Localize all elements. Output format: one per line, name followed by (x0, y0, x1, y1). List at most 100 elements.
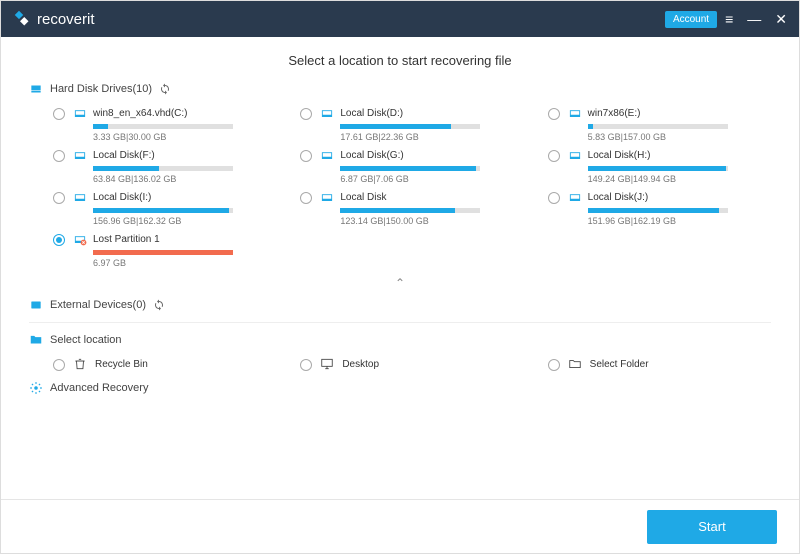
drive-item[interactable]: win8_en_x64.vhd(C:) 3.33 GB|30.00 GB (53, 106, 276, 142)
usage-bar (340, 166, 480, 171)
window-controls: ≡ — ✕ (725, 11, 787, 28)
disk-icon (568, 190, 582, 204)
select-location-label: Select location (50, 334, 122, 346)
drive-size: 156.96 GB|162.32 GB (93, 216, 276, 226)
drive-size: 3.33 GB|30.00 GB (93, 132, 276, 142)
drive-name: win8_en_x64.vhd(C:) (93, 108, 188, 119)
start-button[interactable]: Start (647, 510, 777, 544)
disk-icon (73, 148, 87, 162)
drive-radio[interactable] (300, 150, 312, 162)
drive-size: 6.97 GB (93, 258, 276, 268)
brand-label: recoverit (37, 11, 95, 28)
drive-size: 5.83 GB|157.00 GB (588, 132, 771, 142)
disk-icon (73, 190, 87, 204)
drive-name: Lost Partition 1 (93, 234, 160, 245)
drive-size: 6.87 GB|7.06 GB (340, 174, 523, 184)
drives-grid: win8_en_x64.vhd(C:) 3.33 GB|30.00 GB Loc… (53, 106, 771, 268)
usage-bar (588, 124, 728, 129)
usage-bar (93, 166, 233, 171)
location-label: Select Folder (590, 359, 649, 370)
drive-name: Local Disk(H:) (588, 150, 651, 161)
location-radio[interactable] (548, 359, 560, 371)
drive-item[interactable]: Local Disk(D:) 17.61 GB|22.36 GB (300, 106, 523, 142)
drive-radio[interactable] (53, 234, 65, 246)
folder-icon (568, 357, 582, 371)
location-label: Recycle Bin (95, 359, 148, 370)
drive-item[interactable]: Local Disk(I:) 156.96 GB|162.32 GB (53, 190, 276, 226)
select-location-row: Recycle Bin Desktop Select Folder (53, 357, 771, 371)
drive-item[interactable]: win7x86(E:) 5.83 GB|157.00 GB (548, 106, 771, 142)
hdd-section-label: Hard Disk Drives(10) (50, 83, 152, 95)
footer: Start (1, 499, 799, 553)
brand: recoverit (13, 10, 95, 28)
select-location-item[interactable]: Recycle Bin (53, 357, 276, 371)
drive-radio[interactable] (53, 150, 65, 162)
drive-size: 151.96 GB|162.19 GB (588, 216, 771, 226)
minimize-icon[interactable]: — (747, 11, 761, 27)
disk-icon (568, 148, 582, 162)
usage-bar (93, 208, 233, 213)
menu-icon[interactable]: ≡ (725, 11, 733, 27)
close-icon[interactable]: ✕ (775, 11, 787, 28)
disk-icon (73, 232, 87, 246)
location-radio[interactable] (300, 359, 312, 371)
drive-name: Local Disk(J:) (588, 192, 649, 203)
drive-name: Local Disk (340, 192, 386, 203)
page-title: Select a location to start recovering fi… (29, 53, 771, 68)
advanced-icon (29, 381, 43, 395)
section-select-location: Select location (29, 333, 771, 347)
drive-size: 17.61 GB|22.36 GB (340, 132, 523, 142)
recycle-bin-icon (73, 357, 87, 371)
folder-icon (29, 333, 43, 347)
desktop-icon (320, 357, 334, 371)
drive-item[interactable]: Local Disk(G:) 6.87 GB|7.06 GB (300, 148, 523, 184)
drive-size: 149.24 GB|149.94 GB (588, 174, 771, 184)
drive-name: Local Disk(I:) (93, 192, 151, 203)
drive-size: 63.84 GB|136.02 GB (93, 174, 276, 184)
usage-bar (93, 250, 233, 255)
drive-radio[interactable] (548, 108, 560, 120)
titlebar: recoverit Account ≡ — ✕ (1, 1, 799, 37)
collapse-toggle[interactable]: ⌃ (29, 274, 771, 298)
section-hard-disk-drives: Hard Disk Drives(10) (29, 82, 771, 96)
drive-size: 123.14 GB|150.00 GB (340, 216, 523, 226)
drive-radio[interactable] (300, 108, 312, 120)
drive-radio[interactable] (300, 192, 312, 204)
hdd-icon (29, 82, 43, 96)
disk-icon (320, 190, 334, 204)
drive-radio[interactable] (53, 108, 65, 120)
drive-name: Local Disk(D:) (340, 108, 403, 119)
select-location-item[interactable]: Desktop (300, 357, 523, 371)
select-location-item[interactable]: Select Folder (548, 357, 771, 371)
usage-bar (340, 208, 480, 213)
advanced-recovery-label: Advanced Recovery (50, 382, 148, 394)
drive-radio[interactable] (548, 150, 560, 162)
location-radio[interactable] (53, 359, 65, 371)
account-button[interactable]: Account (665, 11, 717, 28)
section-advanced-recovery: Advanced Recovery (29, 381, 771, 395)
drive-name: win7x86(E:) (588, 108, 641, 119)
drive-item[interactable]: Local Disk(J:) 151.96 GB|162.19 GB (548, 190, 771, 226)
disk-icon (320, 148, 334, 162)
drive-item[interactable]: Lost Partition 1 6.97 GB (53, 232, 276, 268)
location-label: Desktop (342, 359, 379, 370)
app-window: recoverit Account ≡ — ✕ Select a locatio… (0, 0, 800, 554)
disk-icon (73, 106, 87, 120)
usage-bar (588, 208, 728, 213)
drive-radio[interactable] (53, 192, 65, 204)
section-external-devices: External Devices(0) (29, 298, 771, 312)
usage-bar (340, 124, 480, 129)
drive-item[interactable]: Local Disk(H:) 149.24 GB|149.94 GB (548, 148, 771, 184)
main-content: Select a location to start recovering fi… (1, 37, 799, 499)
divider (29, 322, 771, 323)
refresh-icon[interactable] (153, 299, 165, 311)
drive-item[interactable]: Local Disk(F:) 63.84 GB|136.02 GB (53, 148, 276, 184)
drive-radio[interactable] (548, 192, 560, 204)
external-devices-icon (29, 298, 43, 312)
brand-icon (13, 10, 31, 28)
disk-icon (320, 106, 334, 120)
drive-item[interactable]: Local Disk 123.14 GB|150.00 GB (300, 190, 523, 226)
disk-icon (568, 106, 582, 120)
refresh-icon[interactable] (159, 83, 171, 95)
usage-bar (93, 124, 233, 129)
